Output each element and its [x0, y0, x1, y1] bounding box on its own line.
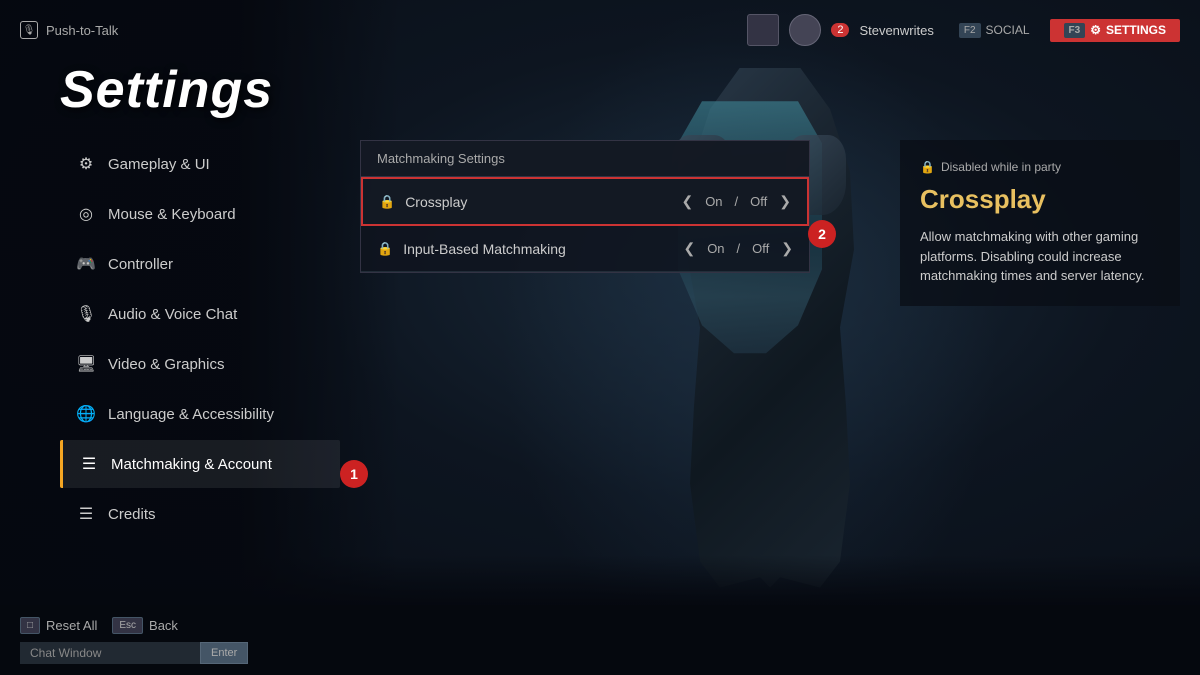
- controller-icon: 🎮: [76, 254, 96, 274]
- social-tab[interactable]: F2 SOCIAL: [949, 19, 1040, 42]
- panel-header: Matchmaking Settings: [361, 141, 809, 177]
- chevron-left-crossplay[interactable]: ❮: [681, 193, 693, 210]
- sidebar-item-audio[interactable]: 🎙 Audio & Voice Chat: [60, 290, 340, 338]
- main-content: Matchmaking Settings 🔒 Crossplay ❮ On / …: [360, 140, 810, 273]
- sidebar-item-label: Language & Accessibility: [108, 406, 274, 423]
- bottom-actions: □ Reset All Esc Back: [20, 617, 178, 634]
- detail-title: Crossplay: [920, 184, 1160, 215]
- enter-key-badge: Enter: [200, 642, 248, 664]
- monitor-icon: 🖥: [76, 354, 96, 374]
- sidebar-item-label: Mouse & Keyboard: [108, 206, 236, 223]
- settings-tab[interactable]: F3 ⚙ SETTINGS: [1050, 19, 1180, 42]
- sidebar-item-label: Credits: [108, 506, 156, 523]
- push-to-talk-indicator: 🎙 Push-to-Talk: [20, 21, 118, 39]
- sidebar-item-language[interactable]: 🌐 Language & Accessibility: [60, 390, 340, 438]
- detail-description: Allow matchmaking with other gaming plat…: [920, 227, 1160, 286]
- party-count: 2: [831, 23, 849, 37]
- detail-lock-label: 🔒 Disabled while in party: [920, 160, 1160, 174]
- sidebar-item-credits[interactable]: ☰ Credits: [60, 490, 340, 538]
- reset-key-badge: □: [20, 617, 40, 634]
- matchmaking-off-label: Off: [752, 241, 769, 256]
- matchmaking-separator: /: [737, 241, 741, 256]
- credits-icon: ☰: [76, 504, 96, 524]
- list-icon: ☰: [79, 454, 99, 474]
- back-label: Back: [149, 618, 178, 633]
- detail-panel: 🔒 Disabled while in party Crossplay Allo…: [900, 140, 1180, 306]
- input-matchmaking-label: Input-Based Matchmaking: [403, 241, 683, 257]
- bottom-bar: □ Reset All Esc Back Chat Window Enter: [0, 605, 1200, 675]
- setting-row-input-matchmaking[interactable]: 🔒 Input-Based Matchmaking ❮ On / Off ❯: [361, 226, 809, 272]
- sidebar: ⚙ Gameplay & UI ◎ Mouse & Keyboard 🎮 Con…: [60, 140, 340, 540]
- username: Stevenwrites: [859, 23, 933, 38]
- crossplay-off-label: Off: [750, 194, 767, 209]
- globe-icon: 🌐: [76, 404, 96, 424]
- avatar-primary: [747, 14, 779, 46]
- chevron-left-matchmaking[interactable]: ❮: [683, 240, 695, 257]
- page-title: Settings: [60, 60, 273, 120]
- annotation-step-1: 1: [340, 460, 368, 488]
- push-to-talk-label: Push-to-Talk: [46, 23, 118, 38]
- sidebar-item-label: Video & Graphics: [108, 356, 224, 373]
- chat-window-bar: Chat Window Enter: [20, 642, 248, 664]
- chevron-right-crossplay[interactable]: ❯: [779, 193, 791, 210]
- input-matchmaking-value-group: ❮ On / Off ❯: [683, 240, 793, 257]
- reset-label: Reset All: [46, 618, 97, 633]
- lock-icon-matchmaking: 🔒: [377, 241, 393, 257]
- avatar-secondary: [789, 14, 821, 46]
- header: 🎙 Push-to-Talk 2 Stevenwrites F2 SOCIAL …: [0, 0, 1200, 60]
- crossplay-separator: /: [735, 194, 739, 209]
- f3-key: F3: [1064, 23, 1086, 38]
- audio-icon: 🎙: [76, 304, 96, 324]
- sidebar-item-video[interactable]: 🖥 Video & Graphics: [60, 340, 340, 388]
- gear-icon: ⚙: [1090, 23, 1101, 37]
- detail-lock-icon: 🔒: [920, 160, 935, 174]
- sidebar-item-label: Gameplay & UI: [108, 156, 210, 173]
- chat-window-label[interactable]: Chat Window: [20, 642, 200, 664]
- matchmaking-on-label: On: [707, 241, 724, 256]
- crossplay-on-label: On: [705, 194, 722, 209]
- gameplay-icon: ⚙: [76, 154, 96, 174]
- sidebar-item-label: Matchmaking & Account: [111, 456, 272, 473]
- mouse-icon: ◎: [76, 204, 96, 224]
- lock-icon-crossplay: 🔒: [379, 194, 395, 210]
- settings-label: SETTINGS: [1106, 23, 1166, 37]
- setting-row-crossplay[interactable]: 🔒 Crossplay ❮ On / Off ❯: [361, 177, 809, 226]
- sidebar-item-gameplay[interactable]: ⚙ Gameplay & UI: [60, 140, 340, 188]
- settings-panel: Matchmaking Settings 🔒 Crossplay ❮ On / …: [360, 140, 810, 273]
- back-button[interactable]: Esc Back: [112, 617, 178, 634]
- reset-all-button[interactable]: □ Reset All: [20, 617, 97, 634]
- detail-lock-text: Disabled while in party: [941, 160, 1061, 174]
- sidebar-item-label: Controller: [108, 256, 173, 273]
- sidebar-item-controller[interactable]: 🎮 Controller: [60, 240, 340, 288]
- sidebar-item-matchmaking[interactable]: ☰ Matchmaking & Account: [60, 440, 340, 488]
- chevron-right-matchmaking[interactable]: ❯: [781, 240, 793, 257]
- f2-key: F2: [959, 23, 981, 38]
- header-right: 2 Stevenwrites F2 SOCIAL F3 ⚙ SETTINGS: [747, 14, 1180, 46]
- social-label: SOCIAL: [986, 23, 1030, 37]
- esc-key-badge: Esc: [112, 617, 143, 634]
- annotation-step-2: 2: [808, 220, 836, 248]
- sidebar-item-label: Audio & Voice Chat: [108, 306, 237, 323]
- push-to-talk-icon: 🎙: [20, 21, 38, 39]
- crossplay-value-group: ❮ On / Off ❯: [681, 193, 791, 210]
- crossplay-label: Crossplay: [405, 194, 681, 210]
- sidebar-item-mouse-keyboard[interactable]: ◎ Mouse & Keyboard: [60, 190, 340, 238]
